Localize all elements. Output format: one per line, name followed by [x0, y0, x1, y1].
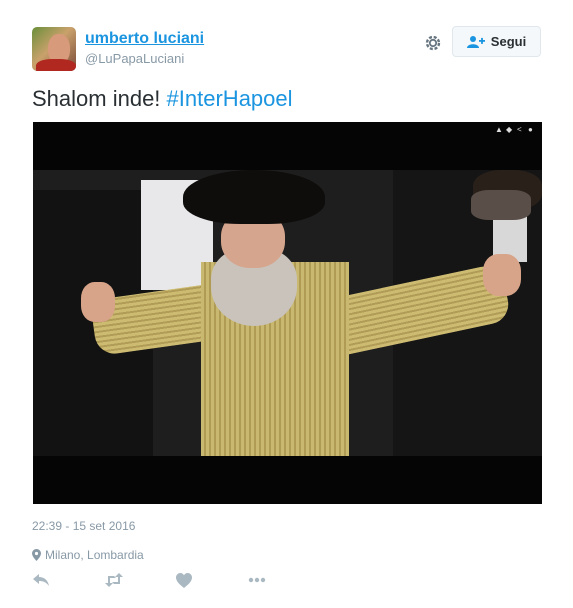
tweet-location[interactable]: Milano, Lombardia [32, 548, 144, 562]
avatar[interactable] [32, 27, 76, 71]
map-pin-icon [32, 549, 41, 561]
follow-button[interactable]: Segui [452, 26, 541, 57]
raised-fist [81, 282, 115, 322]
author-display-name[interactable]: umberto luciani [85, 30, 204, 48]
location-label: Milano, Lombardia [45, 548, 144, 562]
tweet-body: Shalom inde! [32, 86, 161, 111]
hashtag-link[interactable]: #InterHapoel [167, 86, 293, 111]
add-user-icon [466, 35, 485, 48]
video-controls: ▲ ◆ < ● [495, 126, 536, 134]
avatar-shirt [36, 59, 76, 71]
retweet-icon[interactable] [104, 572, 124, 588]
tweet-text: Shalom inde! #InterHapoel [32, 86, 293, 112]
background-beard [471, 190, 531, 220]
fur-hat [183, 170, 325, 224]
tweet-timestamp[interactable]: 22:39 - 15 set 2016 [32, 519, 135, 533]
share-icon[interactable]: < [517, 126, 525, 134]
like-icon[interactable]: ▲ [495, 126, 503, 134]
raised-fist [483, 254, 521, 296]
like-icon[interactable] [176, 572, 192, 588]
info-icon[interactable]: ● [528, 126, 536, 134]
gear-icon[interactable] [423, 33, 443, 53]
tweet-actions [32, 572, 266, 588]
reply-icon[interactable] [32, 572, 50, 588]
more-icon[interactable] [248, 577, 266, 583]
tag-icon[interactable]: ◆ [506, 126, 514, 134]
follow-button-label: Segui [490, 34, 527, 49]
video-player[interactable]: ▲ ◆ < ● [33, 122, 542, 504]
author-handle: @LuPapaLuciani [85, 51, 185, 66]
video-frame [33, 170, 542, 456]
